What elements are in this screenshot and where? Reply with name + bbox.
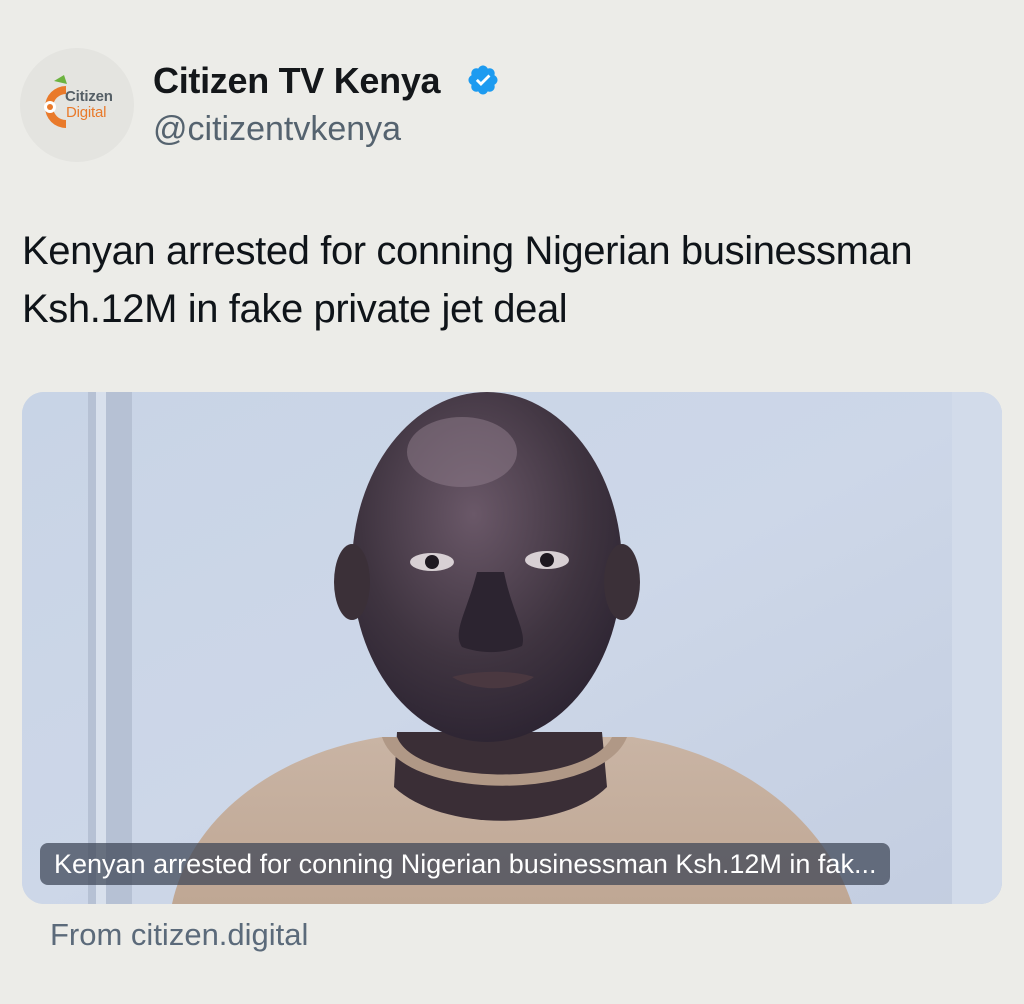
tweet-text: Kenyan arrested for conning Nigerian bus…	[22, 229, 913, 331]
verified-badge-icon	[468, 65, 498, 95]
card-title-overlay: Kenyan arrested for conning Nigerian bus…	[40, 843, 891, 885]
link-preview-card[interactable]: Kenyan arrested for conning Nigerian bus…	[22, 392, 1002, 904]
photo-of-arrested-man-icon	[22, 392, 1002, 904]
account-handle[interactable]: @citizentvkenya	[153, 110, 401, 149]
display-name[interactable]: Citizen TV Kenya	[153, 60, 441, 102]
account-avatar[interactable]: Citizen Digital	[20, 48, 134, 162]
card-source-link[interactable]: From citizen.digital	[50, 917, 308, 953]
avatar-logo-text-digital: Digital	[66, 104, 107, 121]
avatar-logo-text-citizen: Citizen	[65, 88, 113, 105]
tweet-card: Citizen Digital Citizen TV Kenya @citize…	[0, 0, 1024, 1004]
